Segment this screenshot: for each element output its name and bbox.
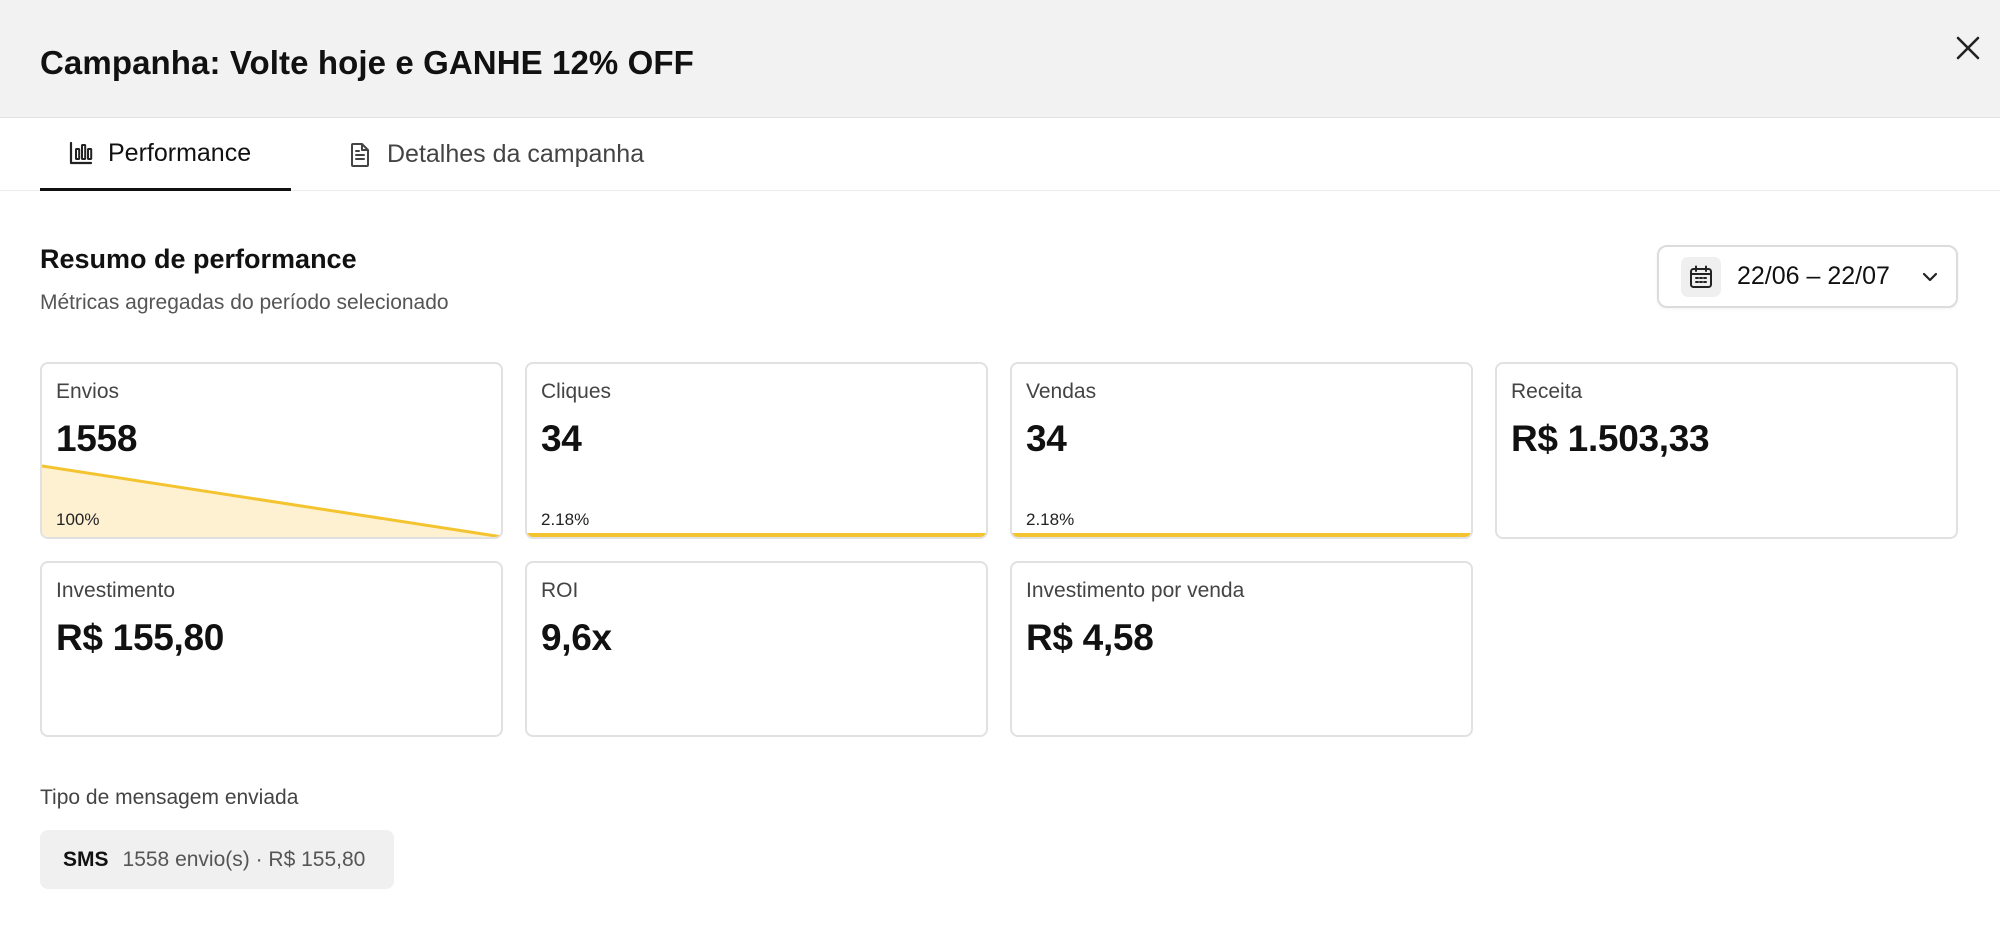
calendar-icon <box>1690 265 1712 288</box>
tab-bar: Performance Detalhes da campanha <box>0 118 2000 191</box>
tab-performance[interactable]: Performance <box>40 118 291 191</box>
metric-label: Cliques <box>541 380 612 403</box>
metric-card-vendas: Vendas 34 2.18% <box>1010 362 1473 539</box>
close-icon <box>1956 36 1980 60</box>
metric-value: R$ 4,58 <box>1026 617 1154 658</box>
metric-card-investimento: Investimento R$ 155,80 <box>40 561 503 737</box>
summary-subtitle: Métricas agregadas do período selecionad… <box>40 291 449 314</box>
chevron-down-icon <box>1920 267 1940 287</box>
message-type-label: Tipo de mensagem enviada <box>40 786 299 809</box>
tab-details-label: Detalhes da campanha <box>387 140 645 168</box>
metric-percentage: 2.18% <box>1026 510 1075 529</box>
metric-percentage: 100% <box>56 510 100 529</box>
close-button[interactable] <box>1950 30 1986 66</box>
date-range-picker[interactable]: 22/06 – 22/07 <box>1657 245 1958 308</box>
bar-chart-icon <box>69 141 93 165</box>
metric-value: 9,6x <box>541 617 612 658</box>
metric-label: Envios <box>56 380 120 403</box>
metric-label: Receita <box>1511 380 1583 403</box>
message-type-detail: 1558 envio(s) · R$ 155,80 <box>122 847 366 871</box>
metric-percentage: 2.18% <box>541 510 590 529</box>
metric-card-envios: Envios 1558 100% <box>40 362 503 539</box>
metric-card-cliques: Cliques 34 2.18% <box>525 362 988 539</box>
metric-card-roi: ROI 9,6x <box>525 561 988 737</box>
metric-card-investimento-por-venda: Investimento por venda R$ 4,58 <box>1010 561 1473 737</box>
metric-value: R$ 155,80 <box>56 617 225 658</box>
metric-label: Investimento por venda <box>1026 579 1245 602</box>
metric-value: 34 <box>541 418 582 459</box>
metric-label: Vendas <box>1026 380 1097 403</box>
summary-title: Resumo de performance <box>40 244 357 274</box>
message-type-item: SMS 1558 envio(s) · R$ 155,80 <box>40 830 394 889</box>
campaign-title: Campanha: Volte hoje e GANHE 12% OFF <box>40 44 694 81</box>
metric-value: 34 <box>1026 418 1067 459</box>
calendar-icon-box <box>1681 256 1721 297</box>
metric-card-receita: Receita R$ 1.503,33 <box>1495 362 1958 539</box>
metric-rate-bar <box>527 533 986 537</box>
metric-label: ROI <box>541 579 579 602</box>
metric-value: R$ 1.503,33 <box>1511 418 1710 459</box>
modal-header: Campanha: Volte hoje e GANHE 12% OFF <box>0 0 2000 118</box>
date-range-label: 22/06 – 22/07 <box>1737 262 1890 290</box>
metric-rate-bar <box>1012 533 1471 537</box>
document-icon <box>351 142 369 167</box>
tab-performance-label: Performance <box>108 138 252 167</box>
tab-campaign-details[interactable]: Detalhes da campanha <box>347 118 644 191</box>
message-type-name: SMS <box>63 847 109 871</box>
metric-value: 1558 <box>56 418 138 459</box>
metric-label: Investimento <box>56 579 176 602</box>
